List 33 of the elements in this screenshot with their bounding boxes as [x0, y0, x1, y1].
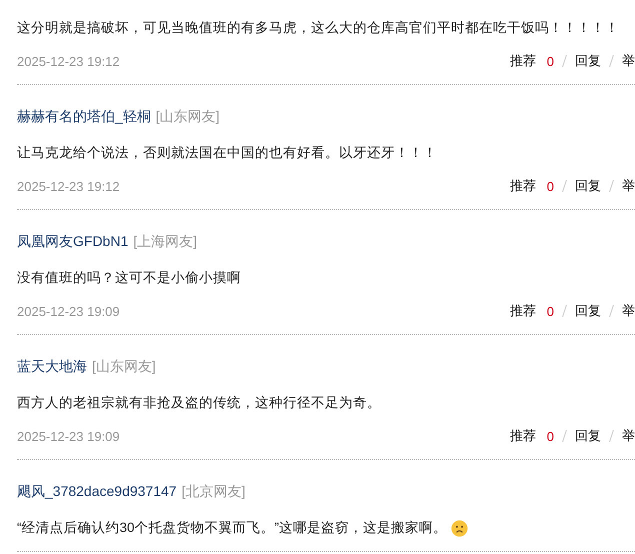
reply-link[interactable]: 回复 [575, 177, 601, 195]
user-region: [山东网友] [92, 357, 156, 376]
reply-link[interactable]: 回复 [575, 302, 601, 320]
report-link[interactable]: 举 [622, 177, 635, 195]
recommend-count: 0 [546, 428, 554, 444]
comment-time: 2025-12-23 19:09 [17, 428, 120, 444]
recommend-link[interactable]: 推荐 [510, 302, 536, 320]
comment-text: 这分明就是搞破坏，可见当晚值班的有多马虎，这么大的仓库高官们平时都在吃干饭吗！！！！！ [17, 19, 619, 37]
report-link[interactable]: 举 [622, 427, 635, 445]
recommend-count: 0 [546, 54, 554, 68]
username-link[interactable]: 飓风_3782dace9d937147 [17, 481, 177, 501]
comment-time: 2025-12-23 19:12 [17, 54, 120, 68]
comment-time: 2025-12-23 19:09 [17, 304, 120, 318]
recommend-count: 0 [546, 304, 554, 318]
comment-text: 西方人的老祖宗就有非抢及盗的传统，这种行径不足为奇。 [17, 394, 381, 412]
reply-link[interactable]: 回复 [575, 52, 601, 70]
username-link[interactable]: 赫赫有名的塔伯_轻桐 [17, 106, 151, 126]
comment-text: “经清点后确认约30个托盘货物不翼而飞。”这哪是盗窃，这是搬家啊。 [17, 519, 448, 537]
reply-link[interactable]: 回复 [575, 427, 601, 445]
user-region: [山东网友] [156, 107, 220, 126]
username-link[interactable]: 蓝天大地海 [17, 356, 87, 376]
user-region: [上海网友] [133, 232, 198, 251]
user-region: [北京网友] [182, 482, 246, 501]
recommend-link[interactable]: 推荐 [510, 177, 536, 195]
recommend-link[interactable]: 推荐 [510, 52, 536, 70]
comment-text: 让马克龙给个说法，否则就法国在中国的也有好看。以牙还牙！！！ [17, 144, 437, 162]
report-link[interactable]: 举 [622, 302, 635, 320]
recommend-count: 0 [546, 178, 554, 194]
username-link[interactable]: 凤凰网友GFDbN1 [17, 231, 128, 251]
report-link[interactable]: 举 [622, 52, 635, 70]
comment-time: 2025-12-23 19:12 [17, 178, 120, 194]
recommend-link[interactable]: 推荐 [510, 427, 536, 445]
comment-text: 没有值班的吗？这可不是小偷小摸啊 [17, 269, 241, 287]
